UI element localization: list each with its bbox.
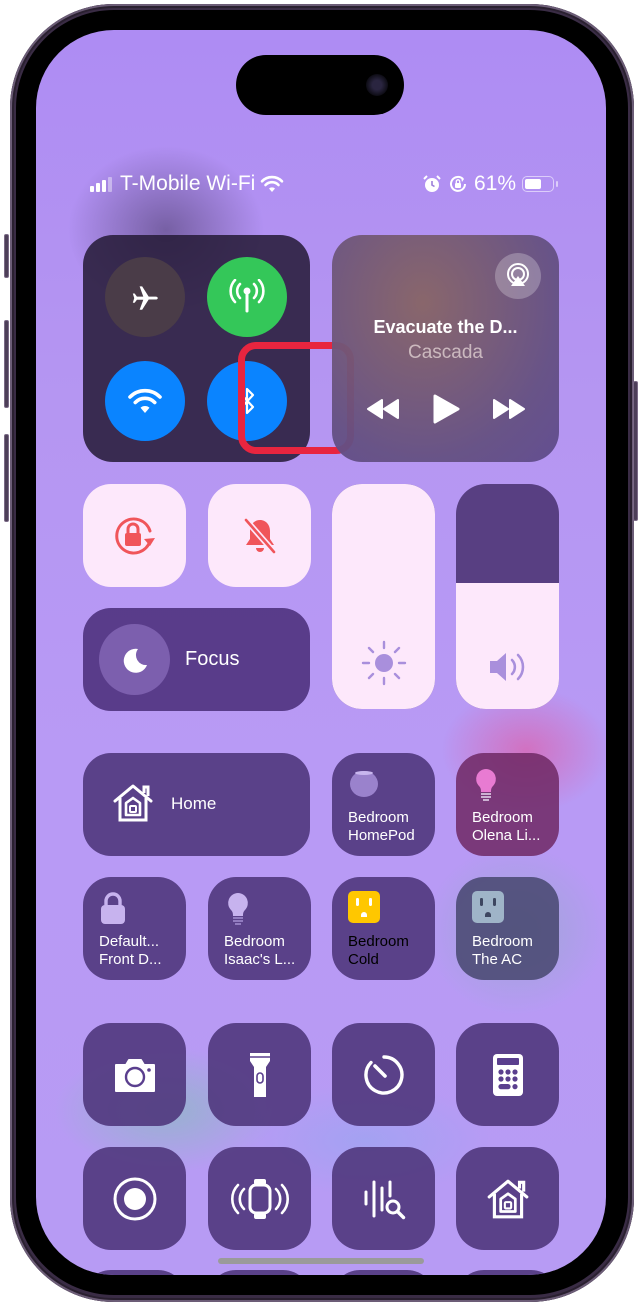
battery-icon bbox=[522, 176, 558, 192]
focus-button[interactable]: Focus bbox=[83, 608, 310, 711]
accessory-bedroom-olena-light[interactable]: Bedroom Olena Li... bbox=[456, 753, 559, 856]
accessory-bedroom-the-ac[interactable]: Bedroom The AC bbox=[456, 877, 559, 980]
accessory-name: Cold bbox=[348, 951, 379, 968]
screen-recording-button[interactable] bbox=[83, 1147, 186, 1250]
home-button[interactable]: Home bbox=[83, 753, 310, 856]
cellular-signal-icon bbox=[90, 176, 112, 192]
volume-down-button bbox=[4, 434, 9, 522]
dynamic-island bbox=[236, 55, 404, 115]
rewind-icon[interactable] bbox=[366, 398, 400, 420]
calculator-icon bbox=[492, 1053, 523, 1096]
orientation-lock-icon bbox=[449, 175, 466, 192]
volume-up-button bbox=[4, 320, 9, 408]
focus-label: Focus bbox=[185, 648, 240, 670]
flashlight-button[interactable] bbox=[208, 1023, 311, 1126]
status-bar: T-Mobile Wi-Fi 61% bbox=[36, 170, 606, 200]
home-indicator[interactable] bbox=[218, 1258, 424, 1264]
artist-name: Cascada bbox=[408, 342, 483, 363]
calculator-button[interactable] bbox=[456, 1023, 559, 1126]
outlet-icon bbox=[348, 891, 380, 923]
accessory-name: The AC bbox=[472, 951, 523, 968]
accessory-bedroom-cold[interactable]: Bedroom Cold bbox=[332, 877, 435, 980]
sun-icon bbox=[361, 640, 406, 686]
flashlight-icon bbox=[249, 1052, 270, 1097]
carrier-label: T-Mobile Wi-Fi bbox=[120, 172, 256, 195]
moon-icon bbox=[123, 648, 147, 673]
home-icon bbox=[113, 784, 153, 822]
outlet-icon bbox=[472, 891, 504, 923]
airplay-button[interactable] bbox=[495, 253, 541, 299]
now-playing-module[interactable]: Evacuate the D... Cascada bbox=[332, 235, 559, 462]
accessory-room: Bedroom bbox=[348, 809, 409, 826]
lock-icon bbox=[101, 892, 125, 924]
connectivity-module bbox=[83, 235, 354, 462]
wifi-toggle[interactable] bbox=[105, 361, 185, 441]
music-recognition-icon bbox=[364, 1180, 405, 1219]
silent-mode-toggle[interactable] bbox=[208, 484, 311, 587]
front-camera bbox=[366, 74, 388, 96]
ping-watch-icon bbox=[230, 1178, 289, 1219]
volume-slider[interactable] bbox=[456, 484, 559, 709]
bell-slash-icon bbox=[243, 517, 276, 554]
cellular-data-toggle[interactable] bbox=[207, 257, 287, 337]
camera-icon bbox=[114, 1058, 155, 1092]
accessory-room: Bedroom bbox=[472, 809, 533, 826]
lightbulb-icon bbox=[228, 893, 248, 925]
next-row-tile-peek bbox=[208, 1270, 311, 1275]
speaker-icon bbox=[489, 653, 524, 681]
play-icon[interactable] bbox=[431, 393, 461, 425]
accessory-room: Bedroom bbox=[224, 933, 285, 950]
wifi-icon bbox=[261, 175, 284, 192]
accessory-name: Isaac's L... bbox=[224, 951, 296, 968]
accessory-room: Default... bbox=[99, 933, 160, 950]
camera-button[interactable] bbox=[83, 1023, 186, 1126]
accessory-room: Bedroom bbox=[348, 933, 409, 950]
action-button bbox=[4, 234, 9, 278]
wifi-icon bbox=[128, 388, 162, 413]
airplane-icon bbox=[132, 286, 158, 310]
next-row-tile-peek bbox=[456, 1270, 559, 1275]
next-row-tile-peek bbox=[83, 1270, 186, 1275]
alarm-icon bbox=[423, 175, 441, 192]
orientation-lock-toggle[interactable] bbox=[83, 484, 186, 587]
timer-icon bbox=[363, 1054, 404, 1095]
airplay-audio-icon bbox=[507, 263, 529, 286]
antenna-icon bbox=[229, 279, 265, 313]
lightbulb-icon bbox=[476, 769, 496, 801]
home-icon bbox=[487, 1179, 528, 1218]
accessory-bedroom-isaacs-light[interactable]: Bedroom Isaac's L... bbox=[208, 877, 311, 980]
airplane-mode-toggle[interactable] bbox=[105, 257, 185, 337]
accessory-bedroom-homepod[interactable]: Bedroom HomePod bbox=[332, 753, 435, 856]
accessory-room: Bedroom bbox=[472, 933, 533, 950]
accessory-name: Front D... bbox=[99, 951, 162, 968]
control-center-screen: T-Mobile Wi-Fi 61% Evacuate the D... Cas… bbox=[36, 30, 606, 1275]
homepod-mini-icon bbox=[350, 771, 378, 797]
accessory-name: HomePod bbox=[348, 827, 415, 844]
next-row-tile-peek bbox=[332, 1270, 435, 1275]
music-recognition-button[interactable] bbox=[332, 1147, 435, 1250]
rotation-lock-icon bbox=[114, 517, 155, 554]
brightness-slider[interactable] bbox=[332, 484, 435, 709]
timer-button[interactable] bbox=[332, 1023, 435, 1126]
song-title: Evacuate the D... bbox=[373, 317, 518, 337]
focus-icon-circle bbox=[99, 624, 170, 695]
battery-percent: 61% bbox=[473, 172, 516, 195]
ping-my-watch-button[interactable] bbox=[208, 1147, 311, 1250]
accessory-default-front-door[interactable]: Default... Front D... bbox=[83, 877, 186, 980]
volume-fill bbox=[456, 583, 559, 709]
accessory-name: Olena Li... bbox=[472, 827, 541, 844]
home-app-button[interactable] bbox=[456, 1147, 559, 1250]
side-button bbox=[633, 381, 638, 521]
home-label: Home bbox=[171, 794, 217, 813]
screen-record-icon bbox=[113, 1177, 156, 1220]
fast-forward-icon[interactable] bbox=[492, 398, 526, 420]
